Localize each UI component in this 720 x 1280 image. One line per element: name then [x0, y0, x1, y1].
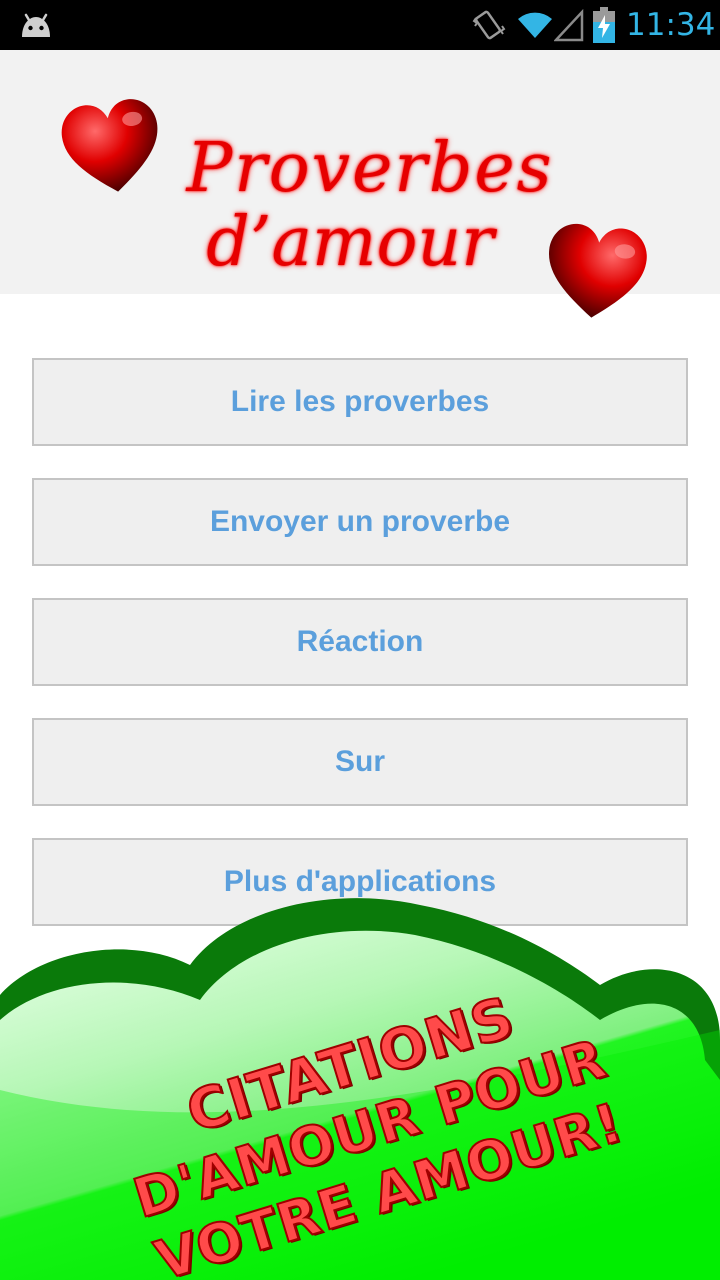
android-icon	[22, 13, 50, 37]
app-title: Proverbes d’amour	[150, 130, 590, 278]
app-title-line2: d’amour	[206, 203, 494, 282]
status-clock: 11:34	[626, 7, 716, 43]
about-button[interactable]: Sur	[32, 718, 688, 806]
main-menu: Lire les proverbes Envoyer un proverbe R…	[32, 358, 688, 958]
vibrate-icon	[472, 10, 506, 40]
status-bar: 11:34	[0, 0, 720, 50]
feedback-button[interactable]: Réaction	[32, 598, 688, 686]
header-banner: Proverbes d’amour	[0, 50, 720, 318]
heart-icon	[549, 223, 647, 318]
signal-icon	[554, 8, 584, 42]
send-proverb-button[interactable]: Envoyer un proverbe	[32, 478, 688, 566]
read-proverbs-button[interactable]: Lire les proverbes	[32, 358, 688, 446]
app-title-line1: Proverbes	[186, 129, 554, 208]
wifi-icon	[518, 12, 552, 39]
promo-banner[interactable]: Citations d'amour pour votre amour!	[0, 880, 720, 1280]
battery-charging-icon	[593, 7, 615, 43]
